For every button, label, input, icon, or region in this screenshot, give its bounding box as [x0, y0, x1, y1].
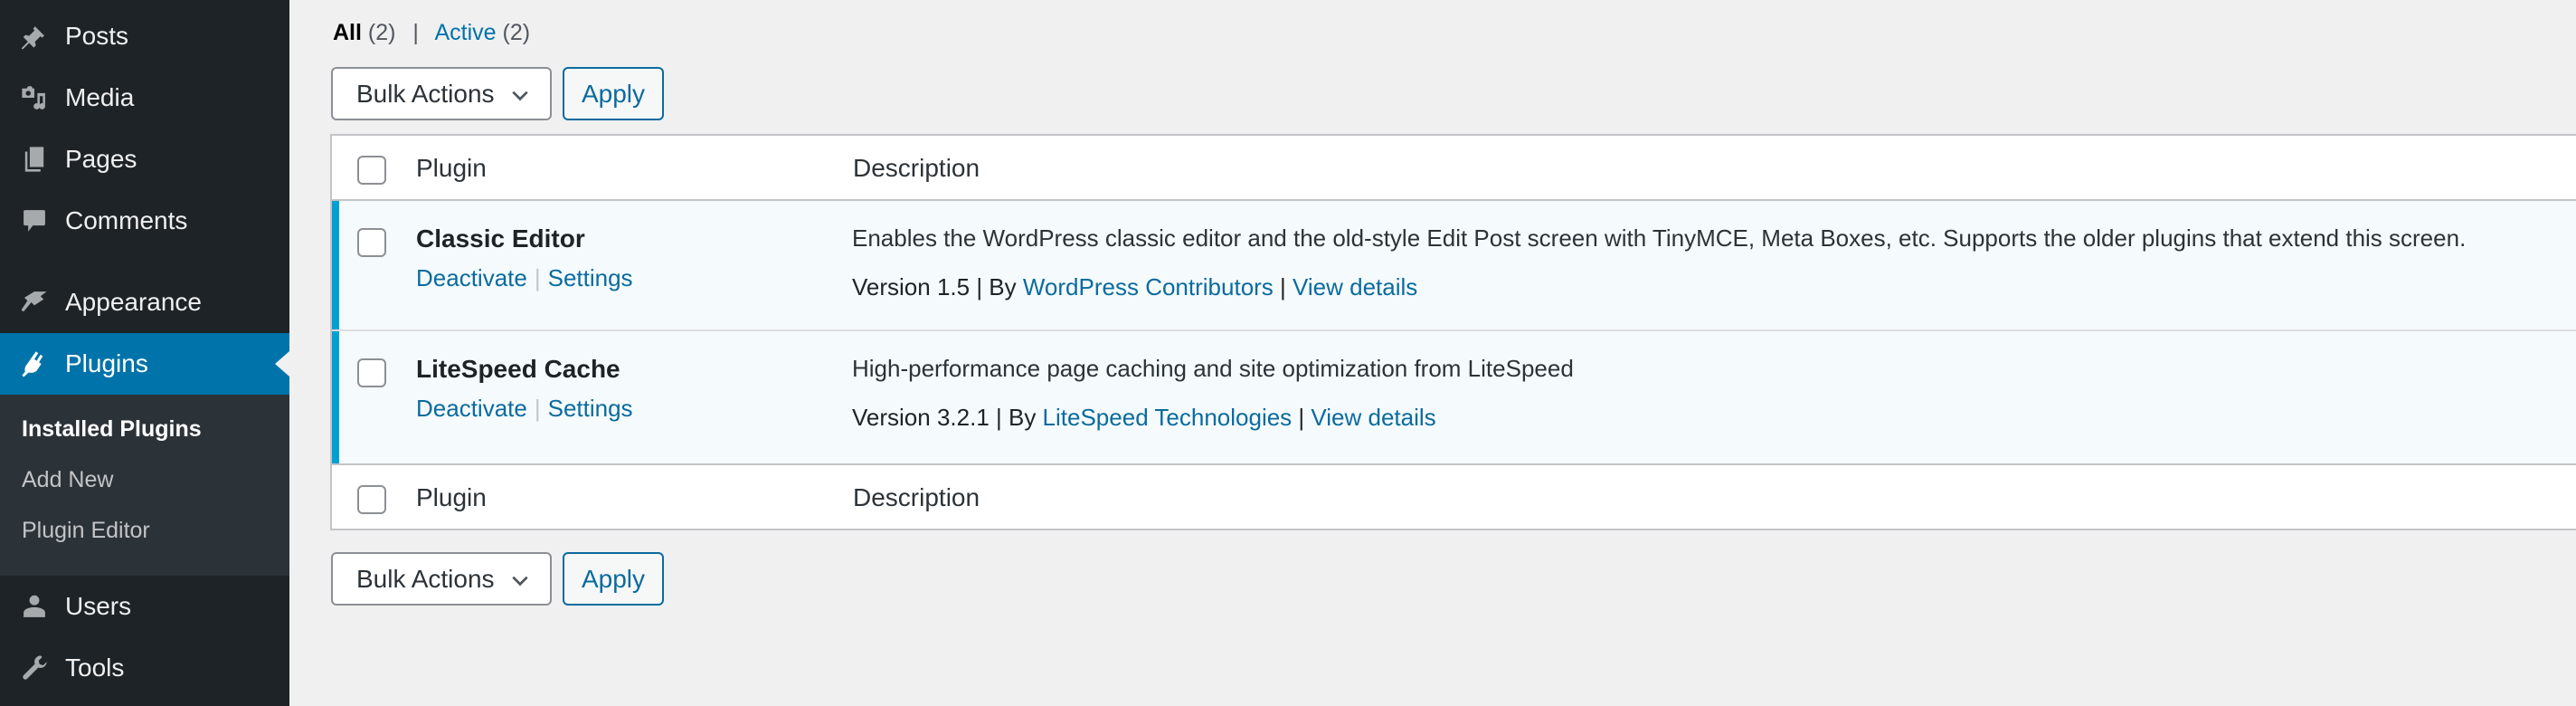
- column-plugin[interactable]: Plugin: [416, 154, 487, 183]
- sidebar-item-label: Appearance: [65, 288, 203, 316]
- pin-icon: [16, 18, 52, 54]
- sidebar-item-label: Media: [65, 83, 135, 111]
- sidebar-item-media[interactable]: Media: [0, 67, 289, 129]
- main-content: All (2) | Active (2) Bulk Actions Apply …: [289, 0, 2576, 706]
- row-checkbox[interactable]: [357, 358, 386, 387]
- column-description: Description: [853, 154, 980, 182]
- sidebar-item-label: Pages: [65, 145, 137, 173]
- select-value: Bulk Actions: [356, 79, 495, 108]
- paintbrush-icon: [16, 284, 52, 320]
- filter-all-count: (2): [367, 20, 396, 45]
- plugin-meta: Version 1.5 | By WordPress Contributors …: [852, 273, 1417, 301]
- action-separator: |: [534, 264, 541, 291]
- sidebar-item-label: Plugins: [65, 349, 148, 377]
- submenu-installed-plugins[interactable]: Installed Plugins: [22, 416, 202, 443]
- column-description-footer: Description: [853, 483, 980, 511]
- submenu-add-new[interactable]: Add New: [22, 467, 113, 493]
- active-indicator: [332, 331, 339, 463]
- sidebar-item-plugins[interactable]: Plugins: [0, 333, 289, 395]
- bulk-actions-select-top[interactable]: Bulk Actions: [331, 67, 552, 120]
- user-icon: [16, 588, 52, 625]
- sidebar-item-label: Tools: [65, 654, 125, 682]
- author-link[interactable]: WordPress Contributors: [1023, 273, 1274, 301]
- sidebar-item-label: Posts: [65, 22, 129, 50]
- comment-icon: [16, 203, 52, 239]
- bulk-actions-top: Bulk Actions Apply: [331, 67, 664, 120]
- status-filters: All (2) | Active (2): [333, 20, 530, 46]
- plugins-submenu: Installed Plugins Add New Plugin Editor: [0, 395, 289, 576]
- filter-all[interactable]: All: [333, 20, 362, 45]
- sidebar-item-comments[interactable]: Comments: [0, 190, 289, 252]
- view-details-link[interactable]: View details: [1311, 404, 1435, 431]
- select-value: Bulk Actions: [356, 564, 495, 593]
- filter-active[interactable]: Active: [435, 20, 497, 45]
- filter-active-count: (2): [502, 20, 531, 45]
- select-all-checkbox-footer[interactable]: [357, 485, 386, 514]
- plugin-icon: [16, 346, 52, 382]
- plugin-description: Enables the WordPress classic editor and…: [852, 224, 2467, 252]
- settings-link[interactable]: Settings: [548, 264, 633, 291]
- sidebar-item-posts[interactable]: Posts: [0, 5, 289, 67]
- submenu-plugin-editor[interactable]: Plugin Editor: [22, 518, 150, 544]
- plugin-description: High-performance page caching and site o…: [852, 355, 1574, 382]
- bulk-actions-select-bottom[interactable]: Bulk Actions: [331, 552, 552, 606]
- table-footer: Plugin Description: [332, 463, 2576, 530]
- plugins-table: Plugin Description Classic Editor Deacti…: [330, 134, 2576, 530]
- sidebar-item-label: Users: [65, 592, 132, 620]
- row-actions: Deactivate | Settings: [416, 264, 633, 292]
- row-checkbox[interactable]: [357, 228, 386, 257]
- select-all-checkbox[interactable]: [357, 156, 386, 185]
- action-separator: |: [534, 395, 541, 422]
- media-icon: [16, 80, 52, 116]
- table-row: LiteSpeed Cache Deactivate | Settings High…: [332, 331, 2576, 463]
- settings-link[interactable]: Settings: [548, 395, 633, 422]
- sidebar-item-tools[interactable]: Tools: [0, 637, 289, 699]
- sidebar-item-users[interactable]: Users: [0, 576, 289, 637]
- table-row: Classic Editor Deactivate | Settings Enabl…: [332, 201, 2576, 331]
- admin-sidebar: Posts Media Pages Comments Appearance Pl…: [0, 0, 289, 706]
- row-actions: Deactivate | Settings: [416, 395, 633, 423]
- sidebar-item-label: Comments: [65, 206, 188, 234]
- author-link[interactable]: LiteSpeed Technologies: [1043, 404, 1293, 431]
- filter-separator: |: [412, 20, 419, 45]
- current-menu-arrow: [275, 351, 289, 377]
- plugin-meta: Version 3.2.1 | By LiteSpeed Technologie…: [852, 404, 1436, 432]
- sidebar-item-pages[interactable]: Pages: [0, 129, 289, 190]
- active-indicator: [332, 201, 339, 329]
- column-plugin-footer[interactable]: Plugin: [416, 483, 487, 512]
- apply-button-bottom[interactable]: Apply: [563, 552, 664, 606]
- plugin-name: Classic Editor: [416, 224, 585, 253]
- apply-button-top[interactable]: Apply: [563, 67, 664, 120]
- pages-icon: [16, 141, 52, 177]
- bulk-actions-bottom: Bulk Actions Apply: [331, 552, 664, 606]
- meta-separator: |: [1273, 273, 1293, 301]
- table-header: Plugin Description: [332, 136, 2576, 201]
- deactivate-link[interactable]: Deactivate: [416, 395, 527, 422]
- view-details-link[interactable]: View details: [1293, 273, 1417, 301]
- chevron-down-icon: [512, 576, 528, 587]
- plugin-version: Version 3.2.1 | By: [852, 404, 1043, 431]
- wrench-icon: [16, 650, 52, 686]
- sidebar-item-appearance[interactable]: Appearance: [0, 272, 289, 333]
- plugin-name: LiteSpeed Cache: [416, 355, 620, 383]
- chevron-down-icon: [512, 91, 528, 101]
- deactivate-link[interactable]: Deactivate: [416, 264, 527, 291]
- plugin-version: Version 1.5 | By: [852, 273, 1023, 301]
- meta-separator: |: [1292, 404, 1312, 431]
